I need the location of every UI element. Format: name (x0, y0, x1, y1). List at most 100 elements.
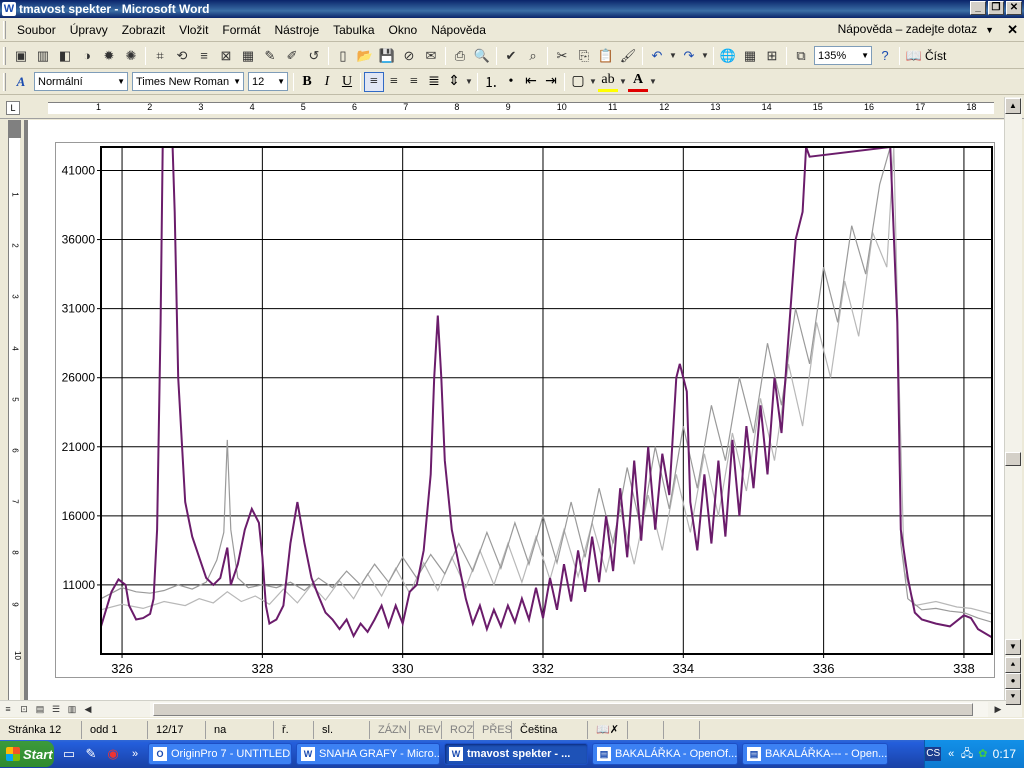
tray-expand-icon[interactable]: « (945, 747, 956, 761)
chart-image[interactable]: 11000 16000 21000 26000 31000 36000 41000 326 32… (55, 142, 995, 678)
menu-file[interactable]: Soubor (10, 23, 63, 37)
scroll-down-button[interactable]: ▼ (1005, 639, 1021, 655)
toolbar-grip[interactable] (3, 72, 6, 91)
horizontal-scrollbar[interactable]: ≡ ⊡ ▤ ☰ ▥ ◀ ▶ (0, 700, 1006, 717)
menu-edit[interactable]: Úpravy (63, 23, 115, 37)
open-folder-icon[interactable]: 📂 (354, 45, 376, 67)
chevron-down-icon[interactable]: ▼ (464, 71, 474, 93)
chevron-down-icon[interactable]: ▼ (277, 77, 285, 86)
status-track-changes[interactable]: REV (410, 720, 442, 739)
language-indicator[interactable]: CS (925, 747, 942, 761)
chevron-down-icon[interactable]: ▼ (985, 25, 994, 35)
hyperlink-icon[interactable]: 🌐 (717, 45, 739, 67)
toolbar-grip[interactable] (3, 46, 6, 65)
chevron-down-icon[interactable]: ▼ (117, 77, 125, 86)
help-icon[interactable]: ? (874, 45, 896, 67)
brightness-up-icon[interactable]: ✹ (98, 45, 120, 67)
network-icon[interactable]: 🖧 (961, 747, 973, 761)
chevron-down-icon[interactable]: ▼ (588, 71, 598, 93)
task-bakalarka-1[interactable]: ▤ BAKALÁŘKA - OpenOf... (592, 743, 738, 765)
undo-icon[interactable]: ↶ (646, 45, 668, 67)
quicklaunch-folder-icon[interactable]: ✎ (80, 743, 102, 765)
underline-button[interactable]: U (337, 72, 357, 92)
crop-icon[interactable]: ⌗ (149, 45, 171, 67)
spelling-icon[interactable]: ✔ (500, 45, 522, 67)
chevron-down-icon[interactable]: ▼ (700, 45, 710, 67)
copy-icon[interactable]: ⎘ (573, 45, 595, 67)
paste-icon[interactable]: 📋 (595, 45, 617, 67)
document-page[interactable]: 11000 16000 21000 26000 31000 36000 41000 326 32… (28, 120, 1006, 700)
scroll-thumb[interactable] (1005, 452, 1021, 466)
numbering-button[interactable]: ⒈ (481, 72, 501, 92)
web-layout-icon[interactable]: ⊡ (16, 702, 32, 717)
vruler-band[interactable]: 1 2 3 4 5 6 7 8 9 10 (8, 120, 22, 700)
contrast-icon[interactable]: ◑ (76, 45, 98, 67)
menu-insert[interactable]: Vložit (172, 23, 215, 37)
status-extend[interactable]: ROZ (442, 720, 474, 739)
tables-borders-icon[interactable]: ▦ (739, 45, 761, 67)
chevron-down-icon[interactable]: ▼ (648, 71, 658, 93)
scroll-right-button[interactable]: ▶ (990, 702, 1006, 717)
menu-help[interactable]: Nápověda (424, 23, 493, 37)
task-bakalarka-2[interactable]: ▤ BAKALÁŘKA--- - Open... (742, 743, 888, 765)
redo-icon[interactable]: ↷ (678, 45, 700, 67)
transparent-icon[interactable]: ✐ (281, 45, 303, 67)
menu-tools[interactable]: Nástroje (267, 23, 326, 37)
reset-picture-icon[interactable]: ↺ (303, 45, 325, 67)
format-picture-icon[interactable]: ✎ (259, 45, 281, 67)
help-search-box[interactable]: Nápověda – zadejte dotaz ▼ (838, 22, 994, 36)
italic-button[interactable]: I (317, 72, 337, 92)
quicklaunch-app-icon[interactable]: ◉ (102, 743, 124, 765)
hscroll-track[interactable] (150, 702, 988, 717)
show-desktop-icon[interactable]: ▭ (58, 743, 80, 765)
rotate-icon[interactable]: ⟲ (171, 45, 193, 67)
save-icon[interactable]: 💾 (376, 45, 398, 67)
minimize-button[interactable]: _ (970, 1, 986, 15)
align-right-button[interactable]: ≡ (404, 72, 424, 92)
brightness-down-icon[interactable]: ✺ (120, 45, 142, 67)
chevron-down-icon[interactable]: ▼ (618, 71, 628, 93)
chevron-down-icon[interactable]: ▼ (233, 77, 241, 86)
hscroll-thumb[interactable] (153, 703, 973, 716)
print-icon[interactable]: ⎙ (449, 45, 471, 67)
horizontal-ruler[interactable]: L 1 2 3 4 5 6 7 8 9 10 11 12 13 14 15 16 17 18 (0, 97, 1024, 119)
scroll-left-button[interactable]: ◀ (80, 702, 96, 717)
increase-indent-button[interactable]: ⇥ (541, 72, 561, 92)
toolbar-grip[interactable] (3, 20, 6, 39)
permission-icon[interactable]: ⊘ (398, 45, 420, 67)
justify-button[interactable]: ≣ (424, 72, 444, 92)
task-snaha-grafy[interactable]: W SNAHA GRAFY - Micro... (296, 743, 440, 765)
borders-button[interactable]: ▢ (568, 72, 588, 92)
status-language[interactable]: Čeština (512, 720, 588, 739)
menu-format[interactable]: Formát (215, 23, 267, 37)
align-left-button[interactable]: ≡ (364, 71, 384, 92)
insert-table-icon[interactable]: ⊞ (761, 45, 783, 67)
vertical-scrollbar[interactable]: ▲ ▼ ⯅ ● ⯆ (1004, 97, 1022, 717)
print-layout-icon[interactable]: ▤ (32, 702, 48, 717)
chevron-down-icon[interactable]: ▼ (861, 51, 869, 60)
decrease-indent-button[interactable]: ⇤ (521, 72, 541, 92)
bullets-button[interactable]: • (501, 72, 521, 92)
insert-picture-icon[interactable]: ▣ (10, 45, 32, 67)
print-preview-icon[interactable]: 🔍 (471, 45, 493, 67)
compress-icon[interactable]: ⊠ (215, 45, 237, 67)
close-document-button[interactable]: ✕ (1007, 22, 1018, 38)
tray-app-icon[interactable]: ✿ (977, 747, 988, 761)
text-wrap-icon[interactable]: ▦ (237, 45, 259, 67)
next-page-button[interactable]: ⯆ (1005, 689, 1021, 705)
email-icon[interactable]: ✉ (420, 45, 442, 67)
highlight-icon[interactable]: ab (598, 72, 618, 92)
font-size-select[interactable]: 12 ▼ (248, 72, 288, 91)
menu-view[interactable]: Zobrazit (115, 23, 172, 37)
spelling-status-icon[interactable]: 📖✗ (588, 720, 628, 739)
menu-table[interactable]: Tabulka (326, 23, 381, 37)
quicklaunch-more-icon[interactable]: » (124, 743, 146, 765)
research-icon[interactable]: ⌕ (522, 45, 544, 67)
menu-window[interactable]: Okno (382, 23, 425, 37)
tab-selector[interactable]: L (6, 101, 20, 115)
cut-icon[interactable]: ✂ (551, 45, 573, 67)
line-style-icon[interactable]: ≡ (193, 45, 215, 67)
status-overtype[interactable]: PŘES (474, 720, 512, 739)
chevron-down-icon[interactable]: ▼ (668, 45, 678, 67)
zoom-select[interactable]: 135% ▼ (814, 46, 872, 65)
